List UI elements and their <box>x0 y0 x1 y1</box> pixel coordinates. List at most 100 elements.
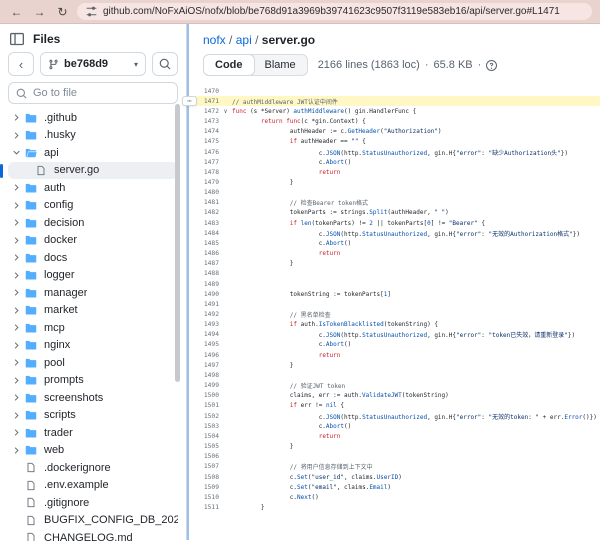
branch-selector[interactable]: be768d9 ▾ <box>40 52 146 76</box>
chevron-right-icon[interactable] <box>10 341 23 350</box>
tree-item-nginx[interactable]: nginx <box>8 337 178 355</box>
tree-item-manager[interactable]: manager <box>8 284 178 302</box>
line-number[interactable]: 1499 <box>189 382 219 389</box>
line-number[interactable]: 1505 <box>189 443 219 450</box>
tree-item-trader[interactable]: trader <box>8 424 178 442</box>
line-number[interactable]: 1501 <box>189 402 219 409</box>
line-number[interactable]: 1484 <box>189 230 219 237</box>
chevron-right-icon[interactable] <box>10 271 23 280</box>
line-number[interactable]: 1476 <box>189 149 219 156</box>
chevron-right-icon[interactable] <box>10 183 23 192</box>
tree-item-docker[interactable]: docker <box>8 232 178 250</box>
line-number[interactable]: 1494 <box>189 331 219 338</box>
tree-item-server-go[interactable]: server.go <box>8 162 178 180</box>
collapse-tree-button[interactable]: ‹ <box>8 52 34 76</box>
line-number[interactable]: 1507 <box>189 463 219 470</box>
reload-icon[interactable]: ↻ <box>54 6 71 18</box>
address-bar[interactable]: github.com/NoFxAiOS/nofx/blob/be768d91a3… <box>77 3 592 20</box>
line-number[interactable]: 1502 <box>189 413 219 420</box>
line-number[interactable]: 1508 <box>189 474 219 481</box>
tree-item--dockerignore[interactable]: .dockerignore <box>8 459 178 477</box>
tree-item-docs[interactable]: docs <box>8 249 178 267</box>
line-number[interactable]: 1482 <box>189 209 219 216</box>
fold-chevron-icon[interactable]: ∨ <box>219 108 232 115</box>
line-number[interactable]: 1511 <box>189 504 219 511</box>
tree-item-bugfix-config-db-2025-11-[interactable]: BUGFIX_CONFIG_DB_2025-11-… <box>8 512 178 530</box>
go-to-file-input[interactable]: Go to file <box>8 82 178 104</box>
tree-item--husky[interactable]: .husky <box>8 127 178 145</box>
forward-arrow-icon[interactable]: → <box>31 6 48 18</box>
line-number[interactable]: 1479 <box>189 179 219 186</box>
line-number[interactable]: 1485 <box>189 240 219 247</box>
line-number[interactable]: 1489 <box>189 281 219 288</box>
tree-item--gitignore[interactable]: .gitignore <box>8 494 178 512</box>
line-number[interactable]: 1483 <box>189 220 219 227</box>
tree-item-auth[interactable]: auth <box>8 179 178 197</box>
line-menu-button[interactable]: ⋯ <box>182 96 197 106</box>
line-number[interactable]: 1503 <box>189 423 219 430</box>
chevron-right-icon[interactable] <box>10 113 23 122</box>
tab-code[interactable]: Code <box>203 54 255 76</box>
line-number[interactable]: 1492 <box>189 311 219 318</box>
back-arrow-icon[interactable]: ← <box>8 6 25 18</box>
tree-item-scripts[interactable]: scripts <box>8 407 178 425</box>
tree-item-decision[interactable]: decision <box>8 214 178 232</box>
line-number[interactable]: 1490 <box>189 291 219 298</box>
chevron-down-icon[interactable] <box>10 148 23 157</box>
line-number[interactable]: 1491 <box>189 301 219 308</box>
chevron-right-icon[interactable] <box>10 306 23 315</box>
line-number[interactable]: 1475 <box>189 138 219 145</box>
tree-item-config[interactable]: config <box>8 197 178 215</box>
chevron-right-icon[interactable] <box>10 393 23 402</box>
line-number[interactable]: 1481 <box>189 199 219 206</box>
breadcrumb-dir-link[interactable]: api <box>236 33 252 47</box>
tree-item-changelog-md[interactable]: CHANGELOG.md <box>8 529 178 541</box>
tree-item-mcp[interactable]: mcp <box>8 319 178 337</box>
tree-item-market[interactable]: market <box>8 302 178 320</box>
info-circle-icon[interactable] <box>486 60 497 71</box>
search-this-repo-button[interactable] <box>152 52 178 76</box>
tree-item-pool[interactable]: pool <box>8 354 178 372</box>
line-number[interactable]: 1486 <box>189 250 219 257</box>
tab-blame[interactable]: Blame <box>254 55 307 75</box>
line-number[interactable]: 1506 <box>189 453 219 460</box>
line-number[interactable]: 1472 <box>189 108 219 115</box>
tree-item-api[interactable]: api <box>8 144 178 162</box>
chevron-right-icon[interactable] <box>10 411 23 420</box>
line-number[interactable]: 1473 <box>189 118 219 125</box>
line-number[interactable]: 1480 <box>189 189 219 196</box>
line-number[interactable]: 1470 <box>189 88 219 95</box>
line-number[interactable]: 1509 <box>189 484 219 491</box>
chevron-right-icon[interactable] <box>10 288 23 297</box>
chevron-right-icon[interactable] <box>10 236 23 245</box>
line-number[interactable]: 1478 <box>189 169 219 176</box>
chevron-right-icon[interactable] <box>10 376 23 385</box>
chevron-right-icon[interactable] <box>10 323 23 332</box>
chevron-right-icon[interactable] <box>10 446 23 455</box>
tree-item--env-example[interactable]: .env.example <box>8 477 178 495</box>
line-number[interactable]: 1500 <box>189 392 219 399</box>
chevron-right-icon[interactable] <box>10 428 23 437</box>
site-settings-icon[interactable] <box>86 6 97 17</box>
line-number[interactable]: 1510 <box>189 494 219 501</box>
tree-item-screenshots[interactable]: screenshots <box>8 389 178 407</box>
line-number[interactable]: 1477 <box>189 159 219 166</box>
tree-item-prompts[interactable]: prompts <box>8 372 178 390</box>
line-number[interactable]: 1504 <box>189 433 219 440</box>
breadcrumb-repo-link[interactable]: nofx <box>203 33 226 47</box>
line-number[interactable]: 1493 <box>189 321 219 328</box>
tree-item--github[interactable]: .github <box>8 109 178 127</box>
chevron-right-icon[interactable] <box>10 253 23 262</box>
tree-item-web[interactable]: web <box>8 442 178 460</box>
line-number[interactable]: 1496 <box>189 352 219 359</box>
chevron-right-icon[interactable] <box>10 201 23 210</box>
chevron-right-icon[interactable] <box>10 358 23 367</box>
chevron-right-icon[interactable] <box>10 218 23 227</box>
line-number[interactable]: 1497 <box>189 362 219 369</box>
line-number[interactable]: 1495 <box>189 341 219 348</box>
tree-item-logger[interactable]: logger <box>8 267 178 285</box>
line-number[interactable]: 1487 <box>189 260 219 267</box>
line-number[interactable]: 1488 <box>189 270 219 277</box>
chevron-right-icon[interactable] <box>10 131 23 140</box>
line-number[interactable]: 1474 <box>189 128 219 135</box>
